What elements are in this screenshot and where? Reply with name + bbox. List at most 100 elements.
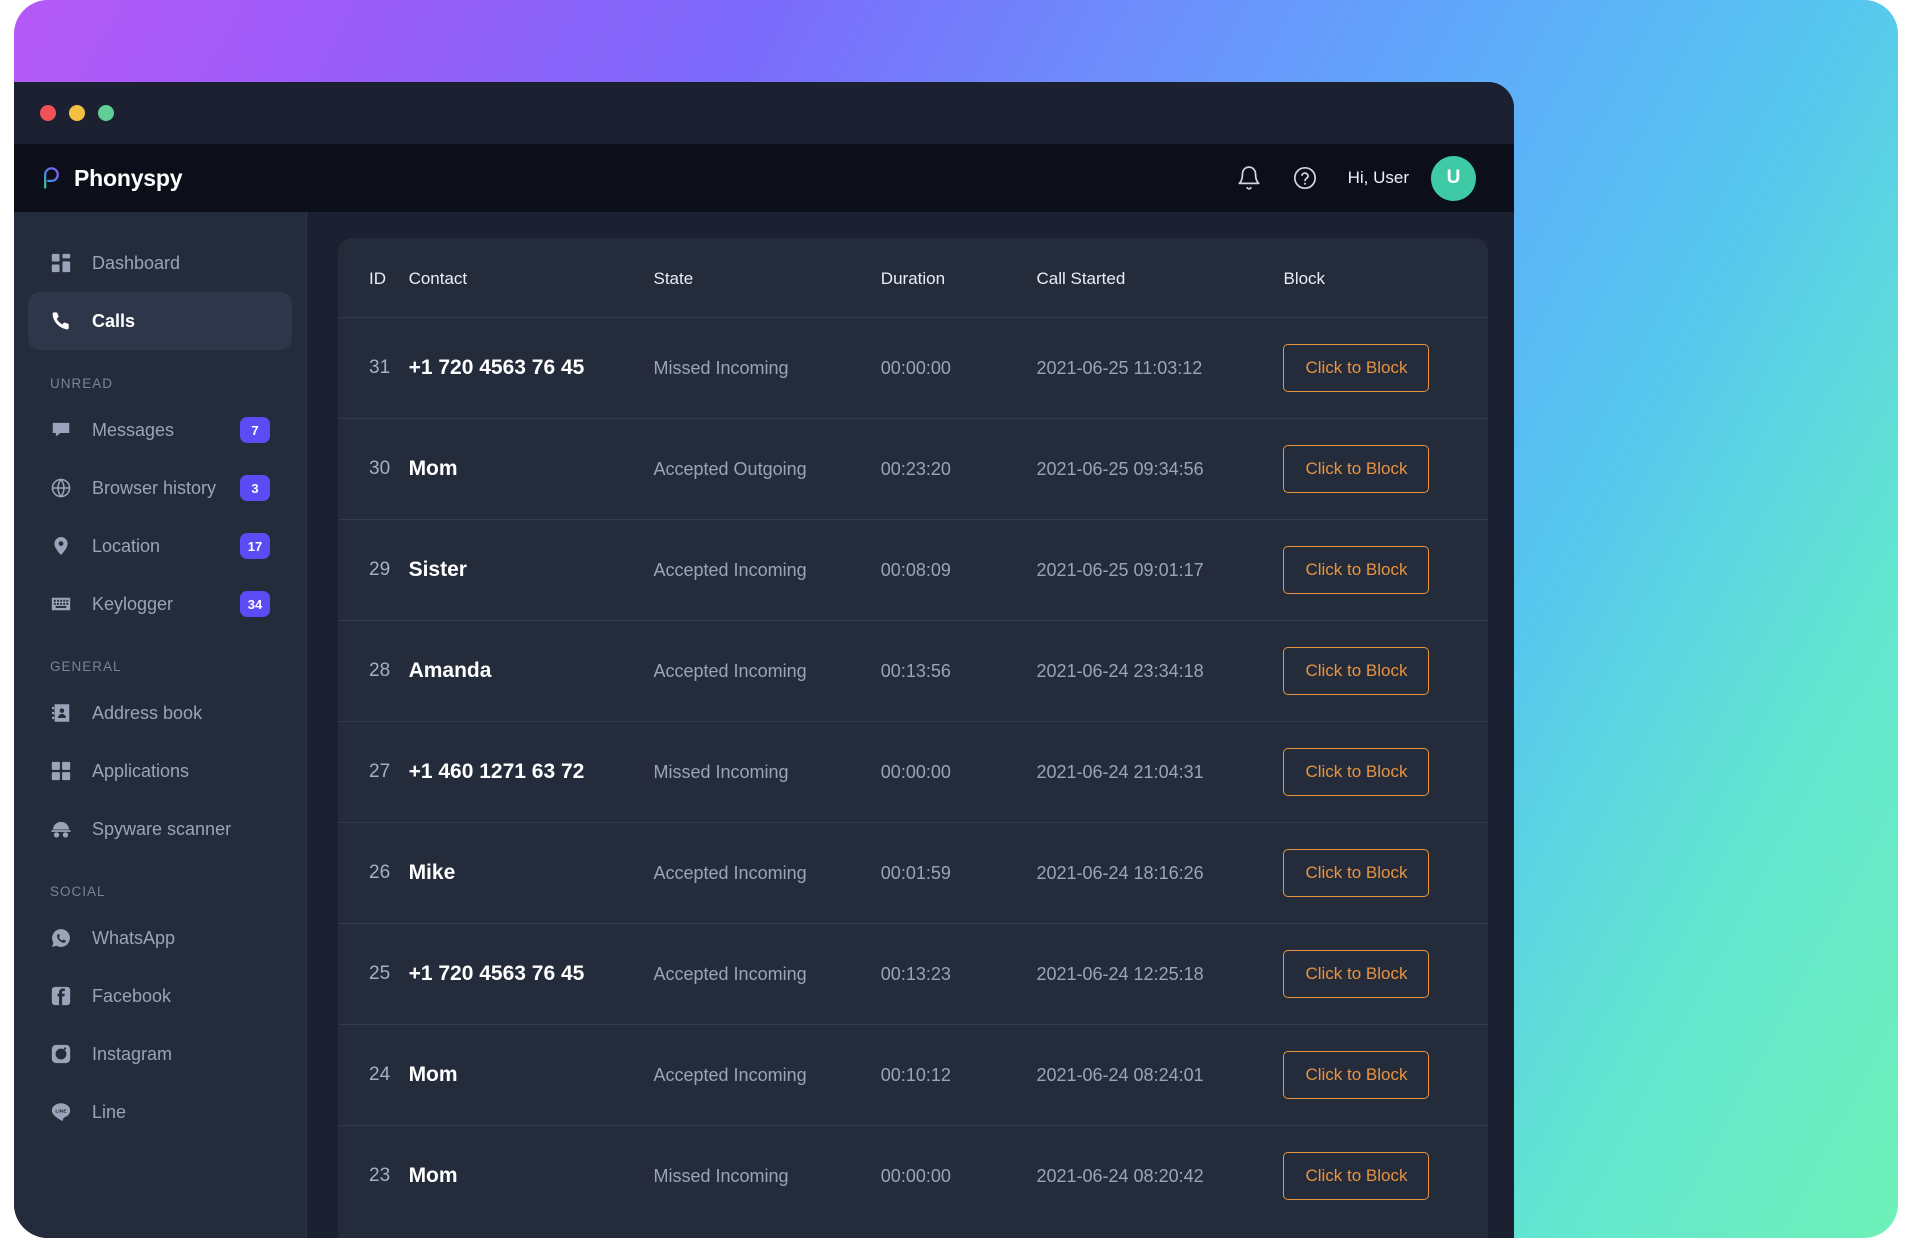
cell-call-started: 2021-06-25 09:34:56 <box>1036 419 1283 520</box>
cell-id: 30 <box>338 419 409 520</box>
cell-block: Click to Block <box>1283 924 1488 1025</box>
app-logo[interactable]: Phonyspy <box>40 165 182 192</box>
question-circle-icon[interactable] <box>1292 165 1318 191</box>
column-header-call-started[interactable]: Call Started <box>1036 238 1283 318</box>
sidebar-item-address-book[interactable]: Address book <box>28 684 292 742</box>
cell-state: Accepted Outgoing <box>654 419 881 520</box>
sidebar-item-instagram[interactable]: Instagram <box>28 1025 292 1083</box>
sidebar-item-facebook[interactable]: Facebook <box>28 967 292 1025</box>
table-row: 25+1 720 4563 76 45Accepted Incoming00:1… <box>338 924 1488 1025</box>
cell-block: Click to Block <box>1283 823 1488 924</box>
sidebar-item-label: Keylogger <box>92 594 220 615</box>
apps-grid-icon <box>50 760 72 782</box>
sidebar-item-spyware-scanner[interactable]: Spyware scanner <box>28 800 292 858</box>
cell-id: 29 <box>338 520 409 621</box>
sidebar-item-label: Calls <box>92 311 270 332</box>
cell-call-started: 2021-06-25 09:01:17 <box>1036 520 1283 621</box>
column-header-id[interactable]: ID <box>338 238 409 318</box>
topbar-actions: Hi, User U <box>1236 156 1476 201</box>
click-to-block-button[interactable]: Click to Block <box>1283 546 1429 594</box>
cell-id: 26 <box>338 823 409 924</box>
column-header-duration[interactable]: Duration <box>881 238 1037 318</box>
cell-state: Accepted Incoming <box>654 520 881 621</box>
sidebar-item-whatsapp[interactable]: WhatsApp <box>28 909 292 967</box>
globe-icon <box>50 477 72 499</box>
sidebar-badge: 17 <box>240 533 270 559</box>
click-to-block-button[interactable]: Click to Block <box>1283 950 1429 998</box>
cell-id: 28 <box>338 621 409 722</box>
sidebar-item-label: WhatsApp <box>92 928 270 949</box>
calls-table-header-row: ID Contact State Duration Call Started B… <box>338 238 1488 318</box>
column-header-contact[interactable]: Contact <box>409 238 654 318</box>
user-greeting: Hi, User <box>1348 168 1409 188</box>
app-body: Dashboard Calls UNREAD Messages 7 <box>14 212 1514 1238</box>
table-row: 31+1 720 4563 76 45Missed Incoming00:00:… <box>338 318 1488 419</box>
sidebar-item-applications[interactable]: Applications <box>28 742 292 800</box>
table-row: 29SisterAccepted Incoming00:08:092021-06… <box>338 520 1488 621</box>
click-to-block-button[interactable]: Click to Block <box>1283 445 1429 493</box>
address-book-icon <box>50 702 72 724</box>
sidebar-badge: 7 <box>240 417 270 443</box>
sidebar-item-label: Facebook <box>92 986 270 1007</box>
sidebar-item-label: Location <box>92 536 220 557</box>
cell-block: Click to Block <box>1283 520 1488 621</box>
cell-duration: 00:08:09 <box>881 520 1037 621</box>
sidebar-item-label: Applications <box>92 761 270 782</box>
whatsapp-icon <box>50 927 72 949</box>
cell-call-started: 2021-06-24 08:20:42 <box>1036 1126 1283 1227</box>
cell-call-started: 2021-06-24 21:04:31 <box>1036 722 1283 823</box>
sidebar-item-messages[interactable]: Messages 7 <box>28 401 292 459</box>
cell-state: Accepted Incoming <box>654 1025 881 1126</box>
cell-block: Click to Block <box>1283 722 1488 823</box>
sidebar-item-keylogger[interactable]: Keylogger 34 <box>28 575 292 633</box>
click-to-block-button[interactable]: Click to Block <box>1283 748 1429 796</box>
click-to-block-button[interactable]: Click to Block <box>1283 647 1429 695</box>
avatar[interactable]: U <box>1431 156 1476 201</box>
cell-call-started: 2021-06-24 12:25:18 <box>1036 924 1283 1025</box>
click-to-block-button[interactable]: Click to Block <box>1283 849 1429 897</box>
top-navigation-bar: Phonyspy Hi, User U <box>14 144 1514 212</box>
calls-table-body: 31+1 720 4563 76 45Missed Incoming00:00:… <box>338 318 1488 1227</box>
main-content: ID Contact State Duration Call Started B… <box>307 212 1514 1238</box>
click-to-block-button[interactable]: Click to Block <box>1283 344 1429 392</box>
window-minimize-button[interactable] <box>69 105 85 121</box>
column-header-state[interactable]: State <box>654 238 881 318</box>
table-row: 27+1 460 1271 63 72Missed Incoming00:00:… <box>338 722 1488 823</box>
sidebar-badge: 3 <box>240 475 270 501</box>
sidebar-item-label: Address book <box>92 703 270 724</box>
sidebar-section-title-general: GENERAL <box>14 633 306 684</box>
sidebar-item-label: Browser history <box>92 478 220 499</box>
cell-call-started: 2021-06-24 23:34:18 <box>1036 621 1283 722</box>
phone-icon <box>50 310 72 332</box>
cell-contact: Amanda <box>409 621 654 722</box>
table-row: 23MomMissed Incoming00:00:002021-06-24 0… <box>338 1126 1488 1227</box>
sidebar-item-label: Line <box>92 1102 270 1123</box>
sidebar-item-location[interactable]: Location 17 <box>28 517 292 575</box>
table-row: 26MikeAccepted Incoming00:01:592021-06-2… <box>338 823 1488 924</box>
cell-block: Click to Block <box>1283 1025 1488 1126</box>
cell-id: 25 <box>338 924 409 1025</box>
svg-text:LINE: LINE <box>55 1109 67 1115</box>
cell-contact: Sister <box>409 520 654 621</box>
click-to-block-button[interactable]: Click to Block <box>1283 1152 1429 1200</box>
calls-table-head: ID Contact State Duration Call Started B… <box>338 238 1488 318</box>
bell-icon[interactable] <box>1236 165 1262 191</box>
cell-duration: 00:23:20 <box>881 419 1037 520</box>
cell-call-started: 2021-06-24 08:24:01 <box>1036 1025 1283 1126</box>
sidebar-item-line[interactable]: LINE Line <box>28 1083 292 1141</box>
cell-block: Click to Block <box>1283 621 1488 722</box>
sidebar-section-title-unread: UNREAD <box>14 350 306 401</box>
click-to-block-button[interactable]: Click to Block <box>1283 1051 1429 1099</box>
column-header-block[interactable]: Block <box>1283 238 1488 318</box>
sidebar-item-dashboard[interactable]: Dashboard <box>28 234 292 292</box>
app-window: Phonyspy Hi, User U <box>14 82 1514 1238</box>
window-close-button[interactable] <box>40 105 56 121</box>
map-pin-icon <box>50 535 72 557</box>
sidebar-item-browser-history[interactable]: Browser history 3 <box>28 459 292 517</box>
cell-call-started: 2021-06-24 18:16:26 <box>1036 823 1283 924</box>
sidebar-item-label: Dashboard <box>92 253 270 274</box>
window-zoom-button[interactable] <box>98 105 114 121</box>
facebook-icon <box>50 985 72 1007</box>
cell-state: Missed Incoming <box>654 722 881 823</box>
sidebar-item-calls[interactable]: Calls <box>28 292 292 350</box>
